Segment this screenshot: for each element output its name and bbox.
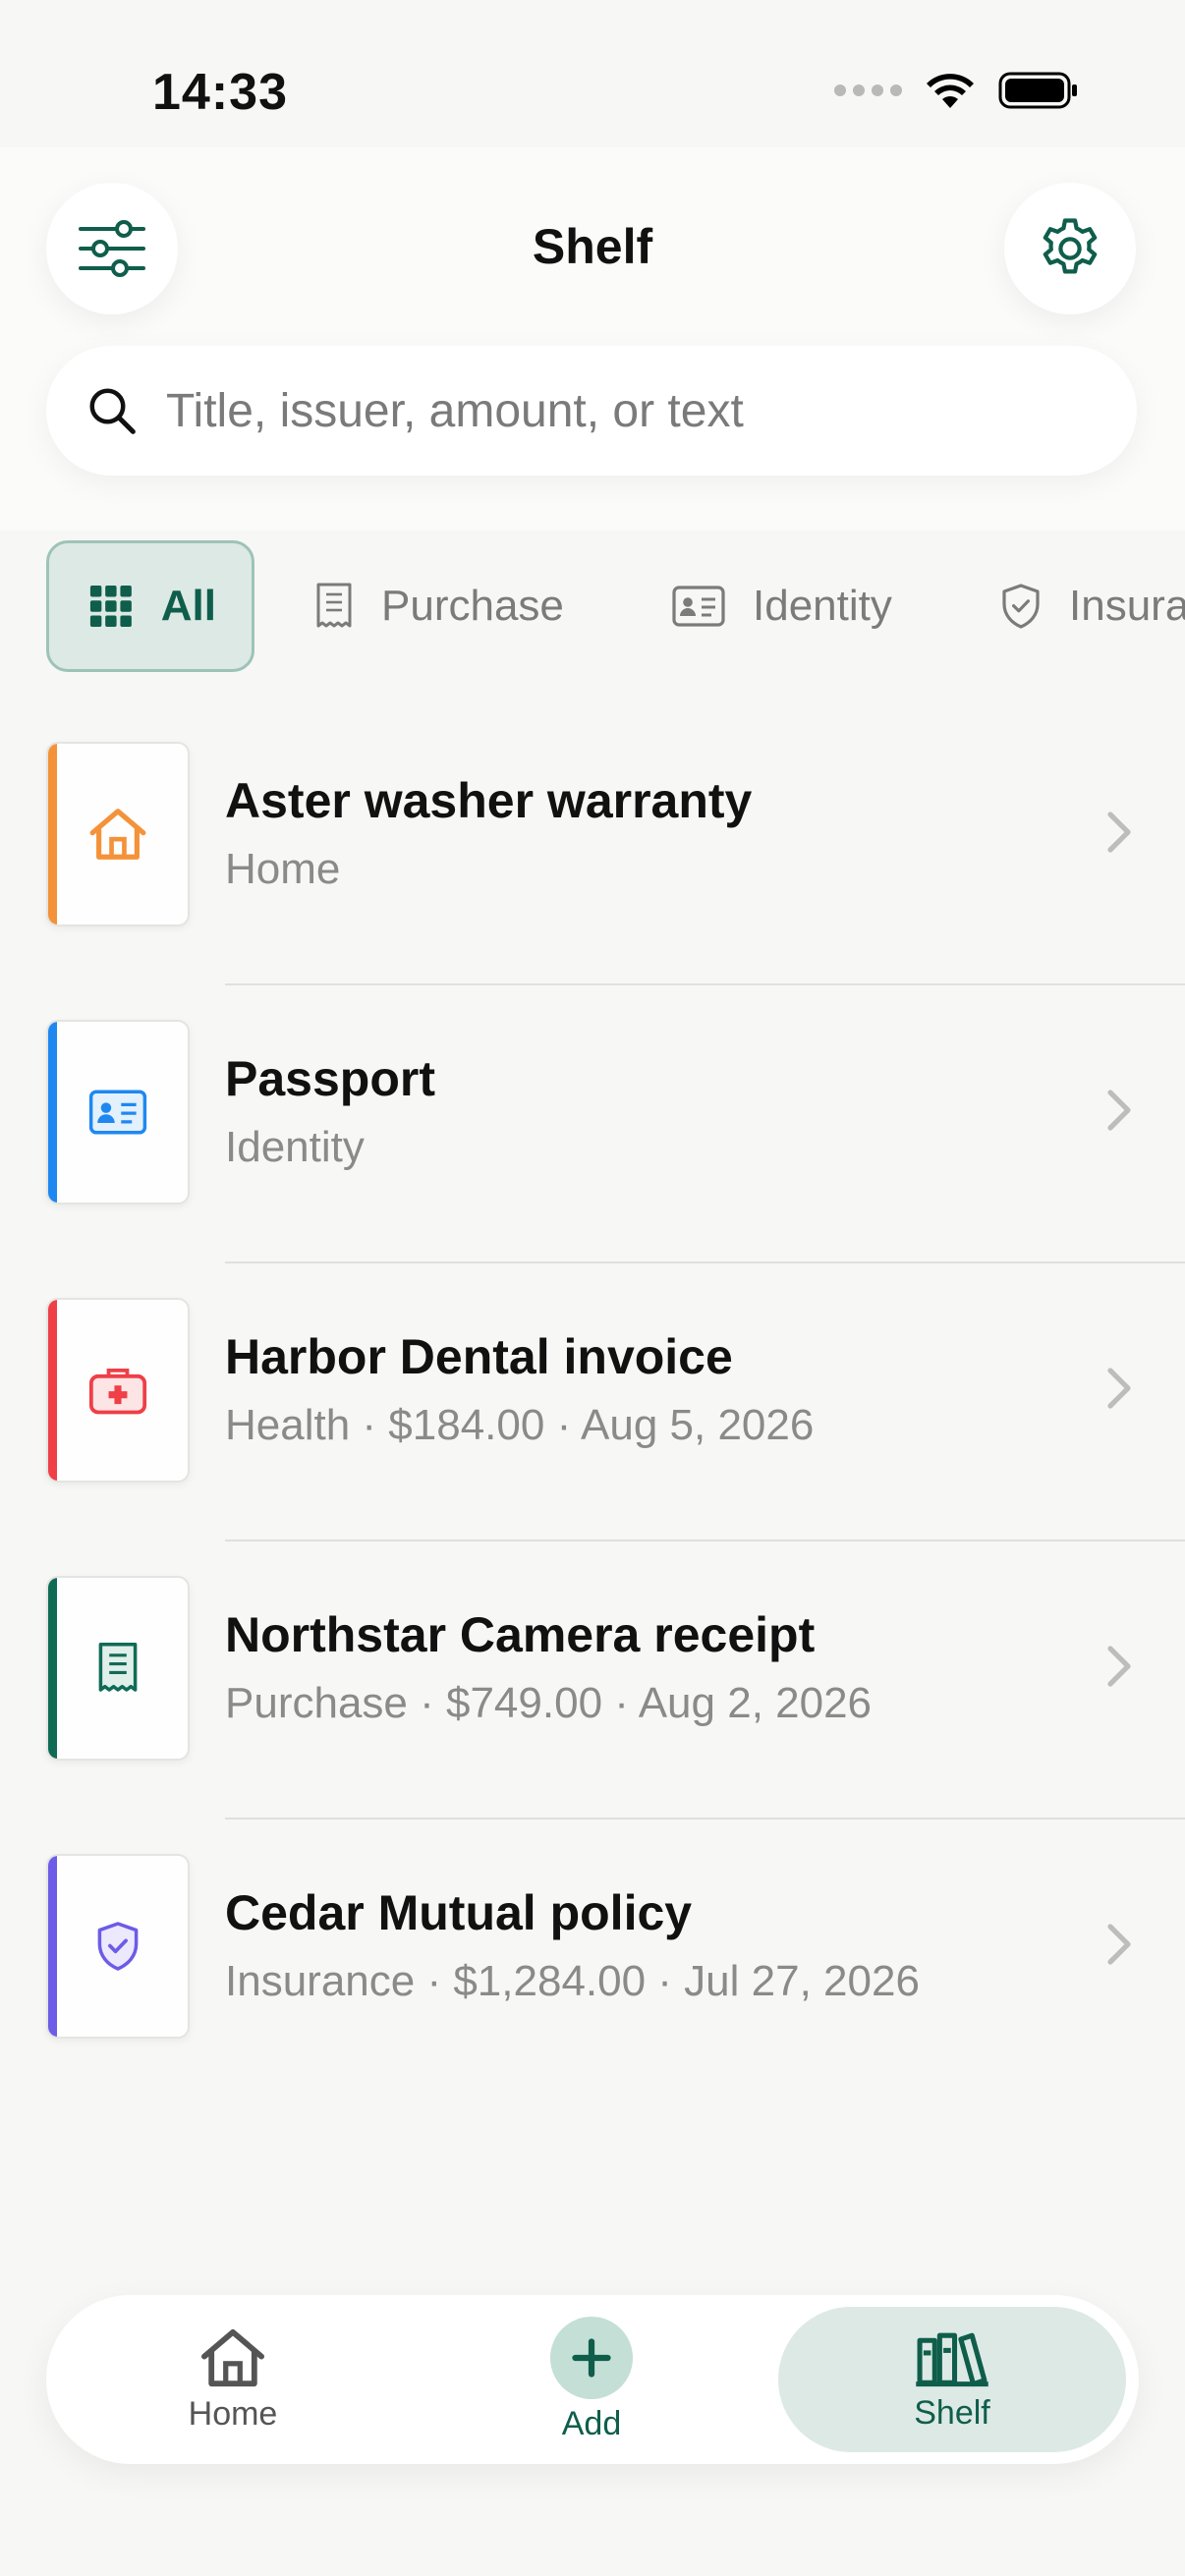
grid-icon	[89, 586, 132, 627]
document-subtitle: Identity	[225, 1123, 365, 1171]
tab-all-label: All	[160, 582, 216, 630]
tab-identity-label: Identity	[753, 582, 892, 630]
document-subtitle: Insurance · $1,284.00 · Jul 27, 2026	[225, 1957, 920, 2005]
bottom-tab-bar: Home Add Shelf	[46, 2295, 1139, 2464]
search-input[interactable]	[166, 383, 1050, 438]
category-stripe	[48, 1578, 57, 1759]
tab-home-label: Home	[188, 2394, 278, 2433]
document-title: Aster washer warranty	[225, 773, 753, 828]
receipt-icon	[316, 583, 352, 628]
document-list: Aster washer warranty Home Passport Iden…	[0, 707, 1185, 2098]
category-stripe	[48, 1022, 57, 1203]
status-time: 14:33	[152, 64, 288, 121]
house-icon	[89, 809, 146, 860]
id-card-icon	[88, 1090, 147, 1135]
list-item[interactable]: Aster washer warranty Home	[0, 707, 1185, 985]
battery-icon	[998, 72, 1077, 109]
document-title: Cedar Mutual policy	[225, 1885, 693, 1940]
id-card-icon	[672, 586, 725, 627]
gear-icon	[1043, 218, 1098, 274]
wifi-icon	[927, 74, 974, 108]
document-thumbnail	[46, 1576, 190, 1761]
chevron-right-icon	[1107, 812, 1131, 853]
document-thumbnail	[46, 1854, 190, 2039]
category-stripe	[48, 1856, 57, 2037]
house-icon	[201, 2328, 265, 2386]
chevron-right-icon	[1107, 1646, 1131, 1687]
document-title: Harbor Dental invoice	[225, 1329, 733, 1384]
document-thumbnail	[46, 1298, 190, 1483]
document-title: Passport	[225, 1051, 435, 1106]
add-button[interactable]	[550, 2316, 633, 2399]
category-stripe	[48, 744, 57, 924]
tab-identity[interactable]: Identity	[672, 540, 892, 672]
header: Shelf	[0, 147, 1185, 531]
shield-check-icon	[97, 1922, 139, 1971]
bookshelf-icon	[916, 2332, 988, 2386]
plus-icon	[572, 2337, 611, 2378]
status-indicators	[834, 71, 1079, 110]
tab-shelf[interactable]: Shelf	[778, 2307, 1126, 2452]
document-subtitle: Home	[225, 845, 341, 893]
chevron-right-icon	[1107, 1368, 1131, 1409]
document-title: Northstar Camera receipt	[225, 1607, 816, 1662]
status-bar: 14:33	[0, 0, 1185, 147]
receipt-icon	[98, 1643, 138, 1692]
list-item[interactable]: Cedar Mutual policy Insurance · $1,284.0…	[0, 1820, 1185, 2098]
category-tabs: All Purchase Identity Insura	[0, 540, 1185, 673]
tab-purchase-label: Purchase	[381, 582, 564, 630]
list-item[interactable]: Harbor Dental invoice Health · $184.00 ·…	[0, 1263, 1185, 1541]
cellular-signal-icon	[834, 84, 902, 96]
document-thumbnail	[46, 1020, 190, 1204]
tab-add-label: Add	[561, 2404, 622, 2442]
medical-kit-icon	[88, 1369, 147, 1415]
tab-shelf-label: Shelf	[914, 2393, 990, 2432]
document-thumbnail	[46, 742, 190, 926]
tab-home[interactable]: Home	[135, 2295, 331, 2464]
search-bar[interactable]	[46, 346, 1137, 476]
tab-purchase[interactable]: Purchase	[314, 540, 564, 672]
search-icon	[89, 388, 136, 434]
list-item[interactable]: Northstar Camera receipt Purchase · $749…	[0, 1541, 1185, 1820]
category-stripe	[48, 1300, 57, 1481]
tab-insurance[interactable]: Insura	[1000, 540, 1185, 672]
chevron-right-icon	[1107, 1924, 1131, 1965]
list-item[interactable]: Passport Identity	[0, 985, 1185, 1263]
settings-button[interactable]	[1004, 183, 1136, 314]
tab-all[interactable]: All	[46, 540, 254, 672]
shield-icon	[1002, 584, 1040, 629]
document-subtitle: Purchase · $749.00 · Aug 2, 2026	[225, 1679, 873, 1727]
tab-insurance-label: Insura	[1069, 582, 1185, 630]
tab-add[interactable]: Add	[493, 2295, 690, 2464]
document-subtitle: Health · $184.00 · Aug 5, 2026	[225, 1401, 815, 1449]
chevron-right-icon	[1107, 1090, 1131, 1131]
